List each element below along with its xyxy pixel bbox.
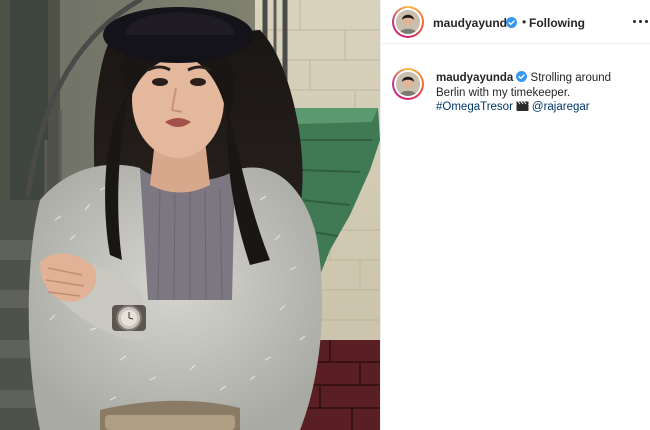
avatar-image	[396, 10, 420, 34]
avatar[interactable]	[392, 6, 424, 38]
more-options-icon[interactable]	[633, 14, 649, 28]
post-image	[0, 0, 380, 430]
instagram-post: maudyayunda • Following maudyayunda Stro…	[0, 0, 650, 430]
post-sidebar: maudyayunda • Following maudyayunda Stro…	[380, 0, 650, 430]
caption-username-link[interactable]: maudyayunda	[436, 72, 513, 84]
hashtag-link[interactable]: #OmegaTresor	[436, 101, 513, 113]
clapper-board-icon	[516, 101, 529, 111]
caption-avatar[interactable]	[392, 68, 424, 100]
separator-dot: •	[522, 15, 527, 29]
caption-avatar-image	[396, 72, 420, 96]
post-header: maudyayunda • Following	[381, 0, 650, 44]
username-link[interactable]: maudyayunda	[433, 16, 514, 30]
post-photo[interactable]	[0, 0, 380, 430]
caption-verified-badge-icon	[516, 71, 528, 82]
verified-badge-icon	[506, 17, 517, 28]
mention-link[interactable]: @rajaregar	[532, 101, 590, 113]
following-button[interactable]: Following	[529, 16, 585, 30]
caption-text-block: maudyayunda Strolling around Berlin with…	[436, 71, 636, 115]
